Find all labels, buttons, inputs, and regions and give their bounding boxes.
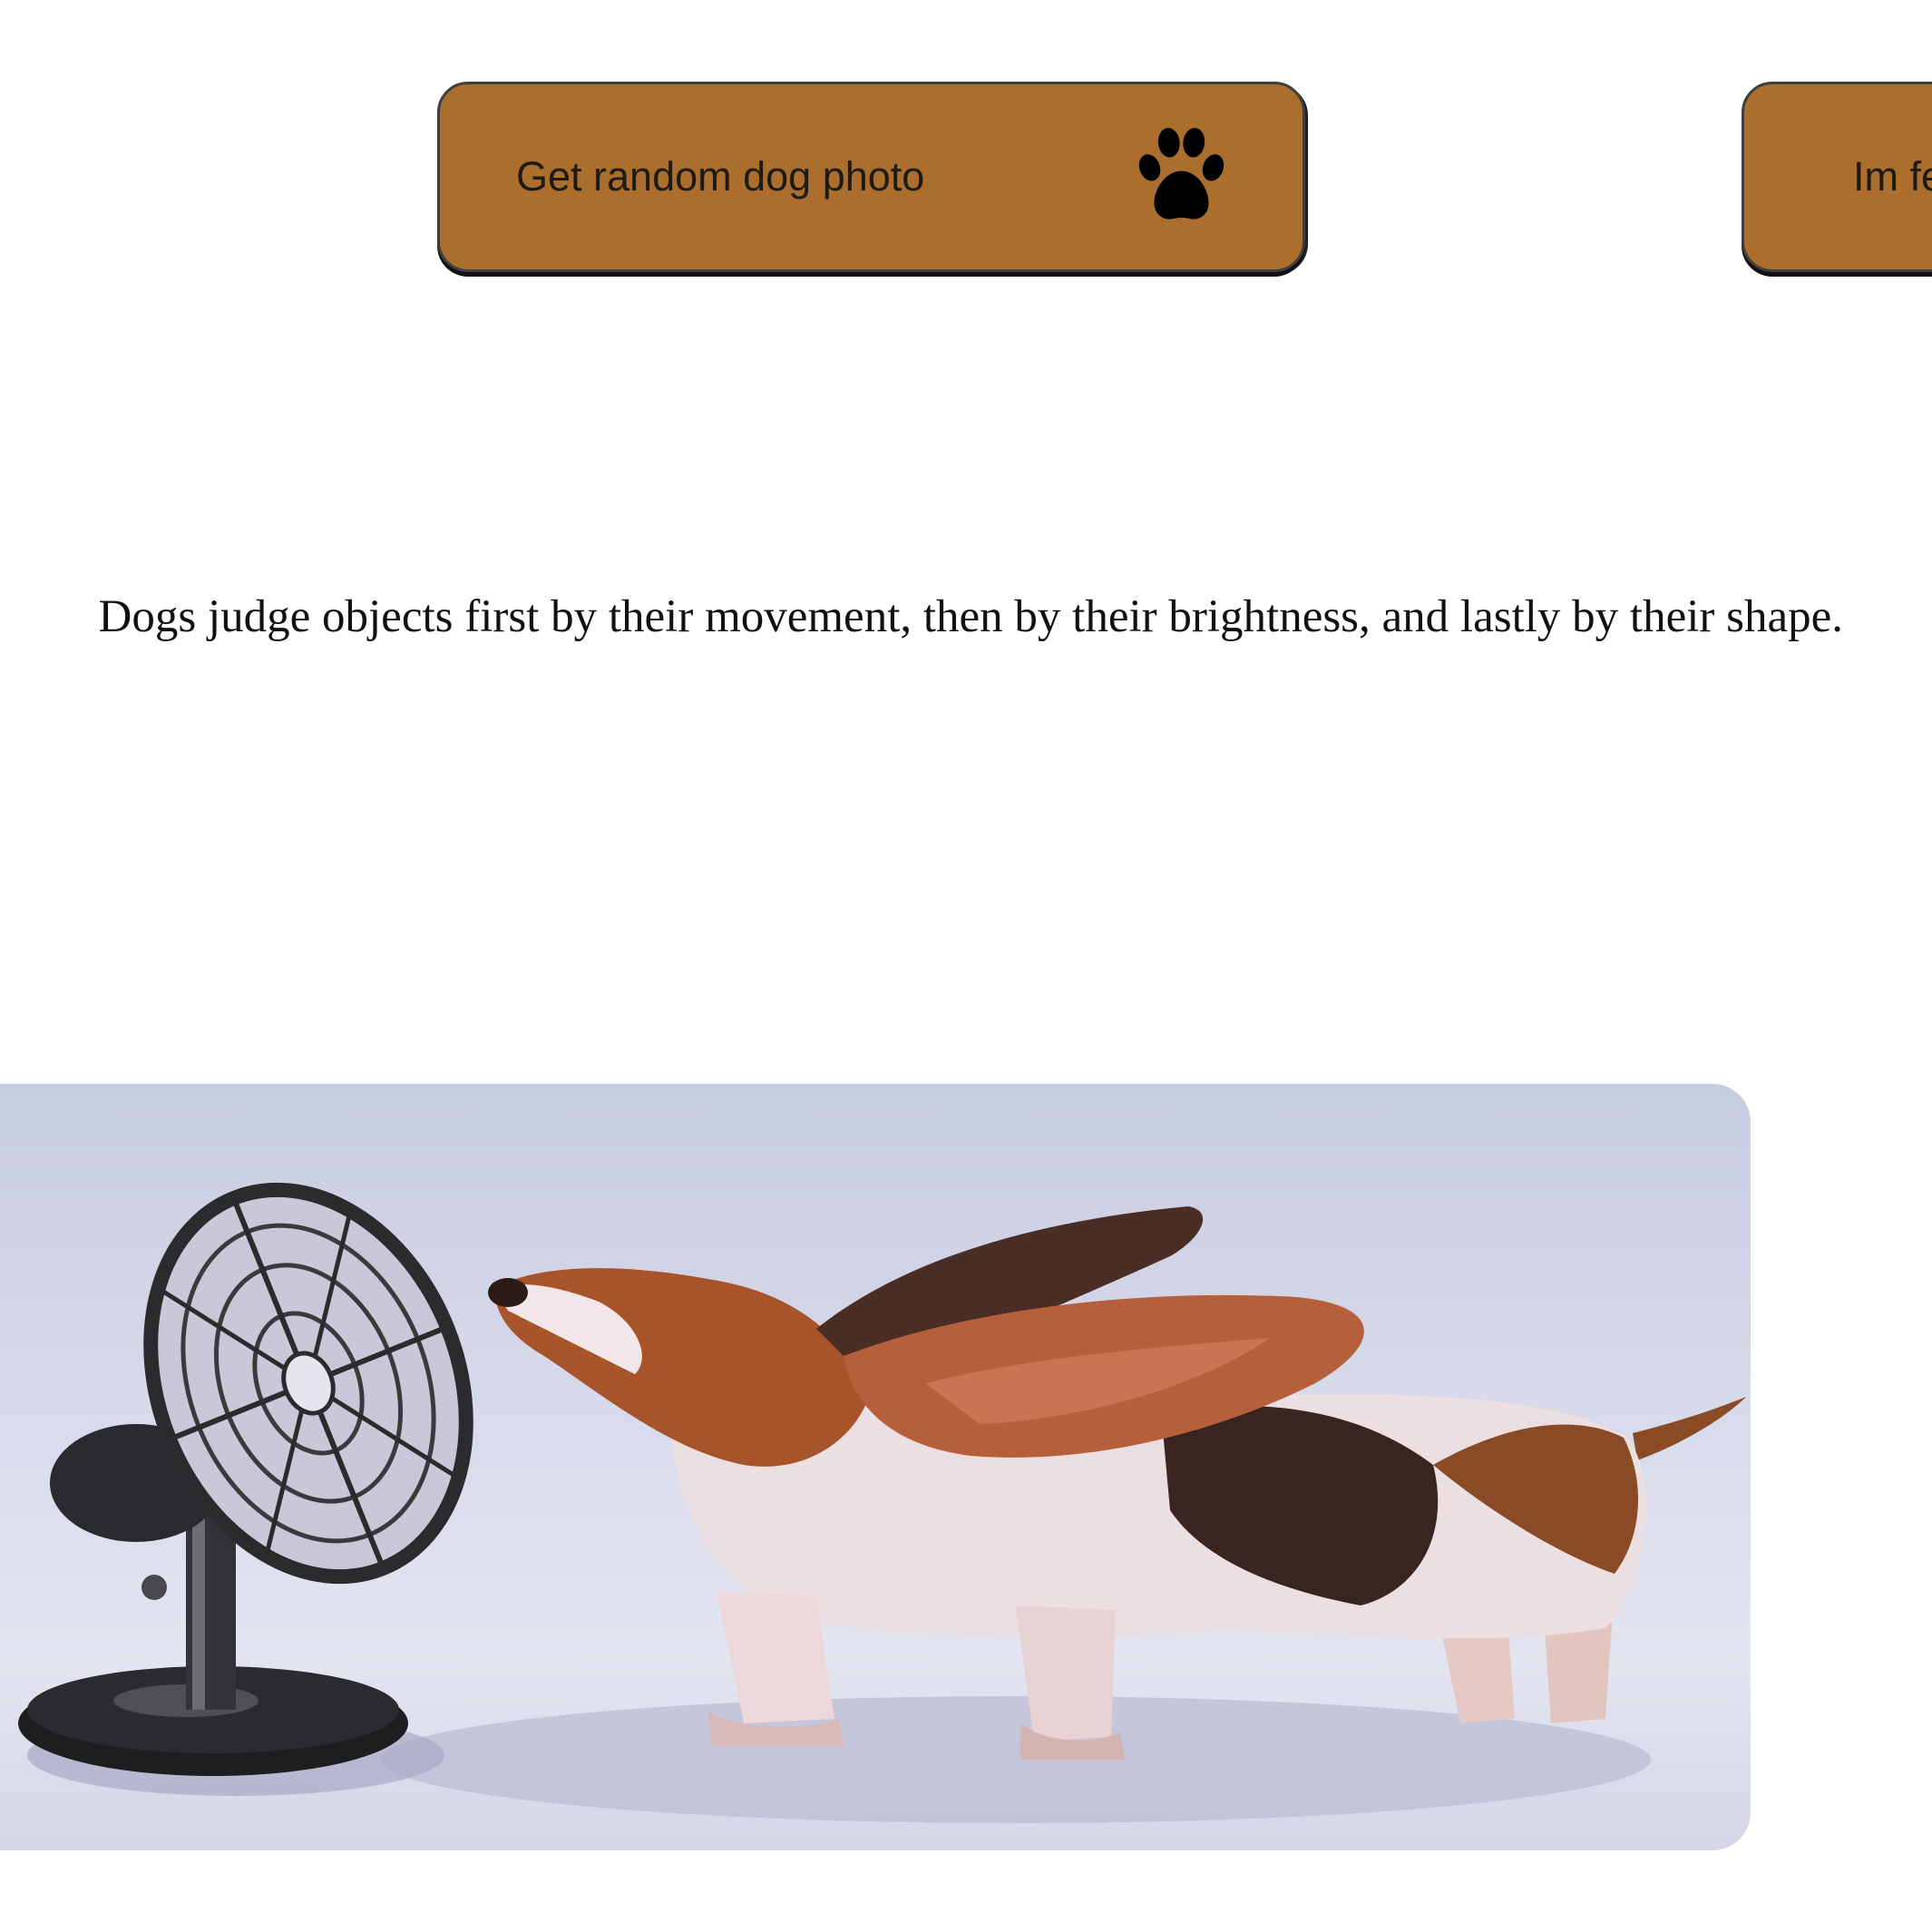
im-feeling-lucky-label: Im feeling lucky	[1853, 153, 1932, 200]
dog-fact: Dogs judge objects first by their moveme…	[0, 585, 1932, 649]
dog-photo	[0, 1084, 1751, 1850]
get-random-dog-photo-button[interactable]: Get random dog photo	[437, 82, 1305, 272]
get-random-dog-photo-label: Get random dog photo	[516, 153, 925, 200]
paw-icon	[1138, 128, 1225, 220]
im-feeling-lucky-button[interactable]: Im feeling lucky	[1742, 82, 1932, 272]
dog-fact-text: Dogs judge objects first by their moveme…	[98, 591, 1843, 642]
dog-photo-image	[18, 1182, 1746, 1823]
